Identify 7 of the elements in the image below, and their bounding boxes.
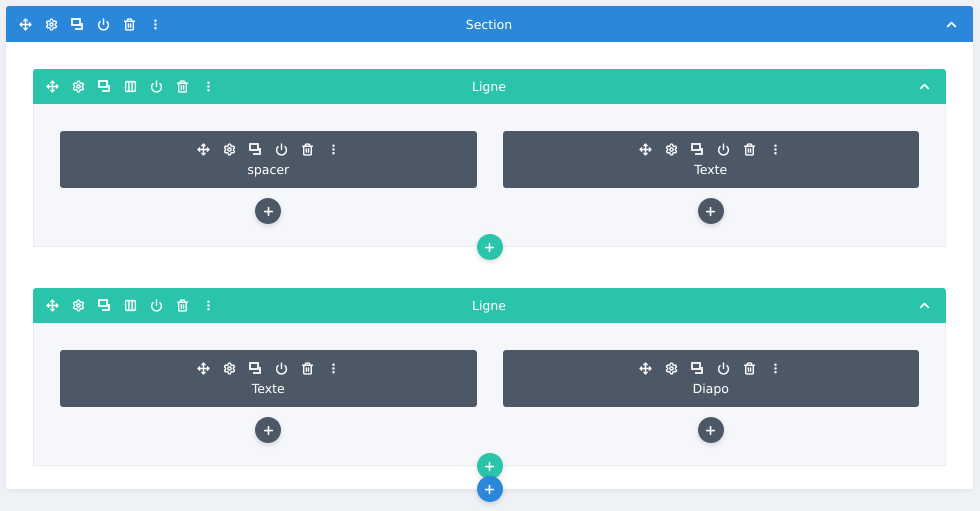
row-title: Ligne	[472, 79, 506, 94]
module-title: spacer	[247, 162, 290, 176]
module-title: Texte	[252, 380, 285, 396]
row-title: Ligne	[472, 298, 506, 313]
section-title: Section	[466, 16, 512, 32]
module-title: Texte	[694, 162, 728, 176]
module-title: Diapo	[692, 380, 729, 396]
